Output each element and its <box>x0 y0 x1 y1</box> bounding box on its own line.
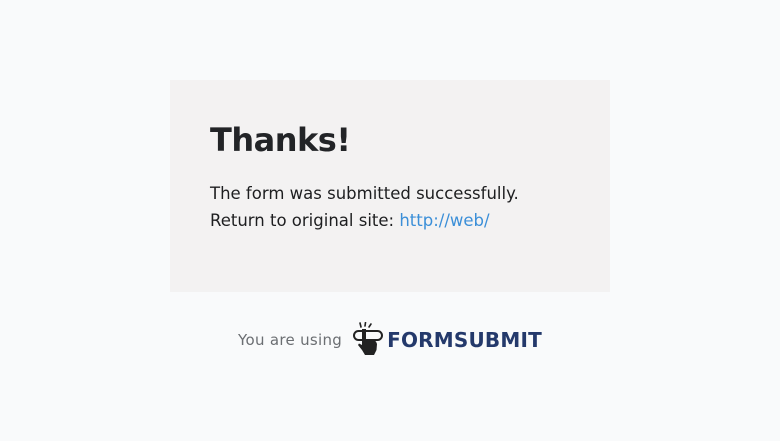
success-message-block: The form was submitted successfully. Ret… <box>210 180 570 234</box>
return-link[interactable]: http://web/ <box>399 211 489 230</box>
return-label: Return to original site: <box>210 211 400 230</box>
return-line: Return to original site: http://web/ <box>210 207 570 234</box>
pointing-hand-icon <box>352 321 386 358</box>
success-message: The form was submitted successfully. <box>210 184 519 203</box>
brand-name: FORMSUBMIT <box>387 328 542 352</box>
footer-label: You are using <box>238 331 343 349</box>
formsubmit-logo[interactable]: FORMSUBMIT <box>352 321 542 358</box>
page-title: Thanks! <box>210 121 351 159</box>
footer: You are using FORMSUBMIT <box>0 320 780 360</box>
success-card: Thanks! The form was submitted successfu… <box>170 80 610 292</box>
